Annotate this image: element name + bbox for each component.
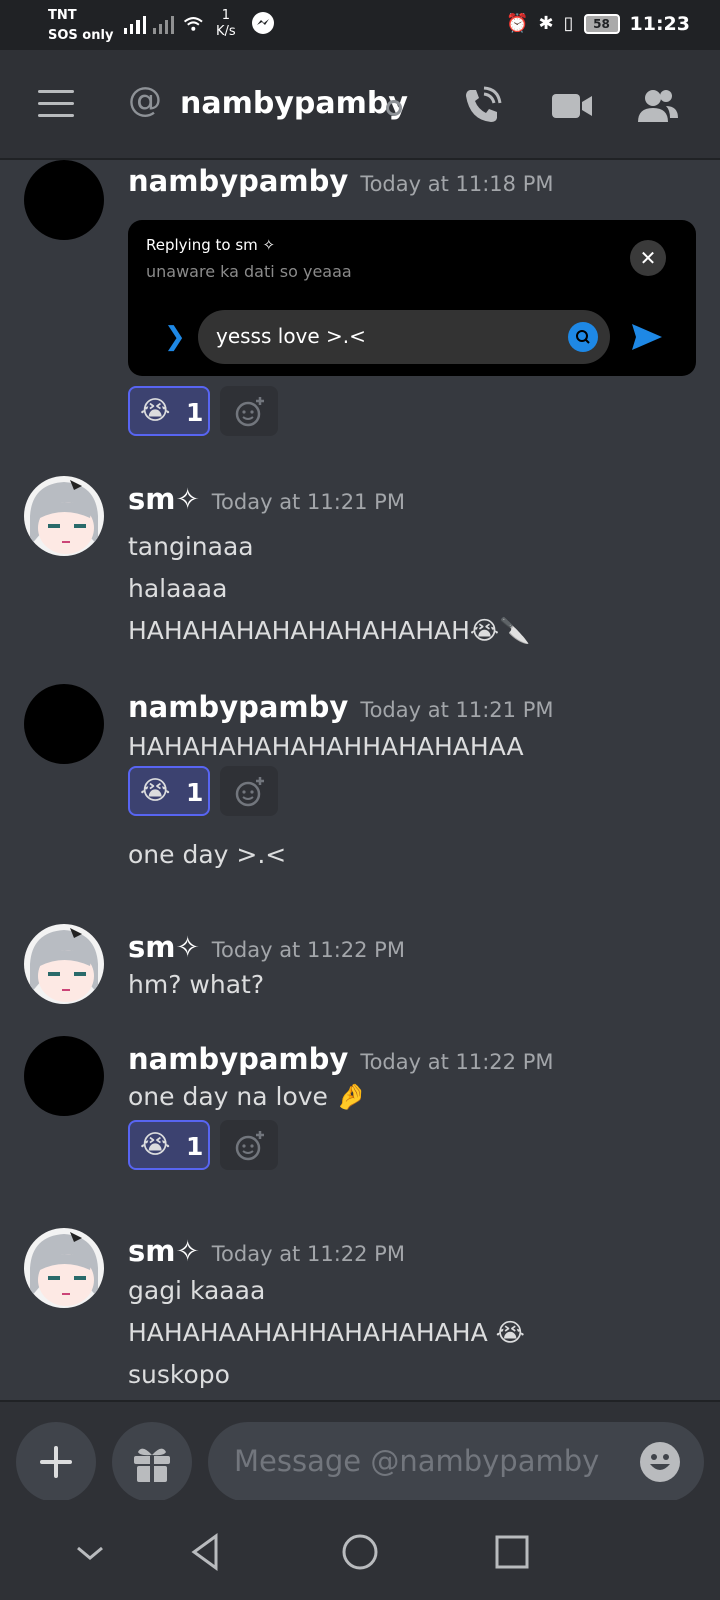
- gift-button[interactable]: [112, 1422, 192, 1502]
- anime-avatar-icon: [30, 1232, 98, 1306]
- add-reaction-button[interactable]: [220, 386, 278, 436]
- message-list[interactable]: nambypamby Today at 11:18 PM Replying to …: [0, 160, 720, 1400]
- reaction-chip[interactable]: 😭 1: [128, 766, 210, 816]
- video-call-icon[interactable]: [550, 84, 594, 128]
- screenshot-attachment[interactable]: Replying to sm ✧ unaware ka dati so yeaa…: [128, 220, 696, 376]
- clock: 11:23: [629, 13, 690, 35]
- avatar[interactable]: [24, 1228, 104, 1308]
- message-timestamp: Today at 11:22 PM: [211, 938, 405, 962]
- search-icon: [568, 322, 598, 352]
- smiley-icon: [650, 1454, 670, 1470]
- message-text[interactable]: suskopo: [128, 1360, 230, 1389]
- battery-icon: 58: [583, 14, 620, 34]
- plus-icon: [40, 1446, 72, 1478]
- message-author[interactable]: sm✧ Today at 11:22 PM: [128, 930, 405, 964]
- reply-preview: unaware ka dati so yeaaa: [146, 262, 352, 281]
- chat-header: @ nambypamby: [0, 50, 720, 160]
- messenger-icon: [252, 12, 274, 34]
- carrier-name: TNT: [48, 8, 77, 23]
- reaction-chip[interactable]: 😭 1: [128, 1120, 210, 1170]
- message-text[interactable]: halaaaa: [128, 574, 227, 603]
- carrier-status: SOS only: [48, 28, 114, 43]
- message-author[interactable]: nambypamby Today at 11:18 PM: [128, 164, 553, 198]
- anime-avatar-icon: [30, 480, 98, 554]
- home-icon[interactable]: [338, 1530, 382, 1574]
- message-text[interactable]: gagi kaaaa: [128, 1276, 265, 1305]
- message-timestamp: Today at 11:22 PM: [360, 1050, 554, 1074]
- menu-icon[interactable]: [38, 90, 74, 118]
- avatar[interactable]: [24, 476, 104, 556]
- status-right: ⏰ ✱ ▯ 58 11:23: [506, 12, 690, 36]
- close-icon: ✕: [630, 240, 666, 276]
- add-reaction-button[interactable]: [220, 766, 278, 816]
- avatar[interactable]: [24, 160, 104, 240]
- system-nav-bar: [0, 1500, 720, 1600]
- back-icon[interactable]: [184, 1530, 228, 1574]
- chevron-down-icon[interactable]: [68, 1530, 112, 1574]
- members-icon[interactable]: [636, 84, 680, 128]
- alarm-icon: ⏰: [506, 13, 529, 34]
- wifi-icon: [184, 17, 204, 31]
- add-reaction-icon: [235, 397, 264, 427]
- chevron-right-icon: ❯: [164, 322, 186, 352]
- signal-icon: [124, 12, 204, 34]
- add-reaction-icon: [235, 777, 264, 807]
- message-author[interactable]: sm✧ Today at 11:21 PM: [128, 482, 405, 516]
- message-composer: Message @nambypamby: [0, 1400, 720, 1502]
- message-author[interactable]: nambypamby Today at 11:21 PM: [128, 690, 553, 724]
- anime-avatar-icon: [30, 928, 98, 1002]
- message-timestamp: Today at 11:21 PM: [360, 698, 554, 722]
- message-input[interactable]: Message @nambypamby: [208, 1422, 704, 1502]
- reply-label: Replying to sm ✧: [146, 236, 276, 254]
- message-text[interactable]: tanginaaa: [128, 532, 254, 561]
- message-timestamp: Today at 11:22 PM: [211, 1242, 405, 1266]
- message-author[interactable]: sm✧ Today at 11:22 PM: [128, 1234, 405, 1268]
- message-author[interactable]: nambypamby Today at 11:22 PM: [128, 1042, 553, 1076]
- message-text[interactable]: hm? what?: [128, 970, 264, 999]
- reaction-chip[interactable]: 😭 1: [128, 386, 210, 436]
- add-reaction-icon: [235, 1131, 264, 1161]
- avatar[interactable]: [24, 1036, 104, 1116]
- offline-status-icon: [386, 100, 402, 116]
- message-text[interactable]: HAHAHAHAHAHAHAHAHAH😭🔪: [128, 616, 530, 646]
- message-input-placeholder: Message @nambypamby: [234, 1444, 600, 1478]
- message-text[interactable]: HAHAHAAHAHHAHAHAHAHA 😭: [128, 1318, 525, 1347]
- message-text[interactable]: one day >.<: [128, 840, 286, 869]
- message-timestamp: Today at 11:21 PM: [211, 490, 405, 514]
- message-timestamp: Today at 11:18 PM: [360, 172, 554, 196]
- vibrate-icon: ▯: [563, 13, 574, 34]
- status-bar: TNT SOS only 1 K/s ⏰ ✱ ▯ 58 11:23: [0, 0, 720, 50]
- channel-title: nambypamby: [180, 86, 408, 121]
- message-text[interactable]: one day na love 🤌: [128, 1082, 367, 1112]
- attach-button[interactable]: [16, 1422, 96, 1502]
- message-text[interactable]: HAHAHAHAHAHAHHAHAHAHAA: [128, 732, 524, 761]
- carrier-label: TNT SOS only: [48, 6, 113, 46]
- avatar[interactable]: [24, 684, 104, 764]
- recents-icon[interactable]: [490, 1530, 534, 1574]
- network-speed: 1 K/s: [216, 8, 236, 39]
- add-reaction-button[interactable]: [220, 1120, 278, 1170]
- send-icon: [632, 324, 662, 350]
- gift-icon: [134, 1448, 170, 1482]
- at-icon: @: [128, 80, 162, 120]
- emoji-picker-button[interactable]: [640, 1442, 680, 1482]
- voice-call-icon[interactable]: [460, 84, 504, 128]
- bluetooth-icon: ✱: [538, 13, 554, 34]
- avatar[interactable]: [24, 924, 104, 1004]
- embed-message-field: yesss love >.<: [198, 310, 610, 364]
